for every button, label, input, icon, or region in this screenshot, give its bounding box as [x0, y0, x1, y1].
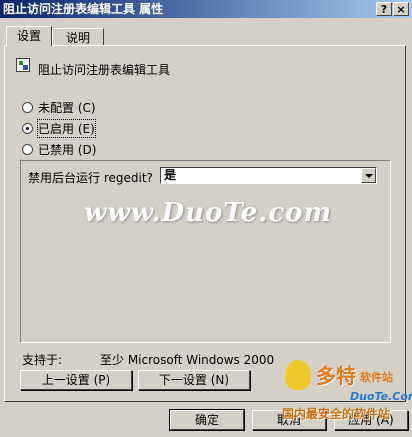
watermark-logo: 多特 [316, 364, 356, 388]
radio-enabled[interactable] [22, 123, 33, 134]
mascot-icon [285, 360, 311, 390]
supported-value: 至少 Microsoft Windows 2000 [100, 353, 275, 367]
setting-dropdown[interactable]: 是 [160, 167, 377, 184]
label-disabled[interactable]: 已禁用 (D) [38, 141, 96, 158]
tab-explain-label: 说明 [65, 31, 90, 45]
tab-settings-label: 设置 [16, 29, 41, 43]
prev-setting-button[interactable]: 上一设置 (P) [20, 370, 132, 390]
radio-not-configured[interactable] [22, 102, 33, 113]
supported-label: 支持于: [22, 353, 63, 367]
tab-explain[interactable]: 说明 [52, 28, 104, 46]
policy-name: 阻止访问注册表编辑工具 [38, 63, 171, 77]
options-box [20, 160, 391, 343]
tab-settings[interactable]: 设置 [6, 26, 52, 46]
window-title: 阻止访问注册表编辑工具 属性 [3, 2, 164, 16]
ok-button[interactable]: 确定 [169, 409, 245, 431]
policy-setting-icon [16, 58, 30, 72]
watermark-text: www.DuoTe.com [84, 198, 333, 228]
watermark-logo-sub: 软件站 [360, 371, 393, 384]
watermark-url: DuoTe.Com [350, 390, 412, 403]
setting-value: 是 [164, 168, 177, 182]
help-button[interactable]: ? [376, 2, 392, 16]
setting-label: 禁用后台运行 regedit? [28, 171, 153, 185]
radio-disabled[interactable] [22, 144, 33, 155]
title-bar[interactable]: 阻止访问注册表编辑工具 属性 ? × [0, 0, 412, 18]
label-not-configured[interactable]: 未配置 (C) [38, 99, 96, 116]
label-enabled[interactable]: 已启用 (E) [37, 119, 96, 138]
next-setting-button[interactable]: 下一设置 (N) [138, 370, 250, 390]
watermark-slogan: 国内最安全的软件站 [282, 407, 391, 421]
close-button[interactable]: × [393, 2, 409, 16]
chevron-down-icon[interactable] [361, 168, 376, 183]
